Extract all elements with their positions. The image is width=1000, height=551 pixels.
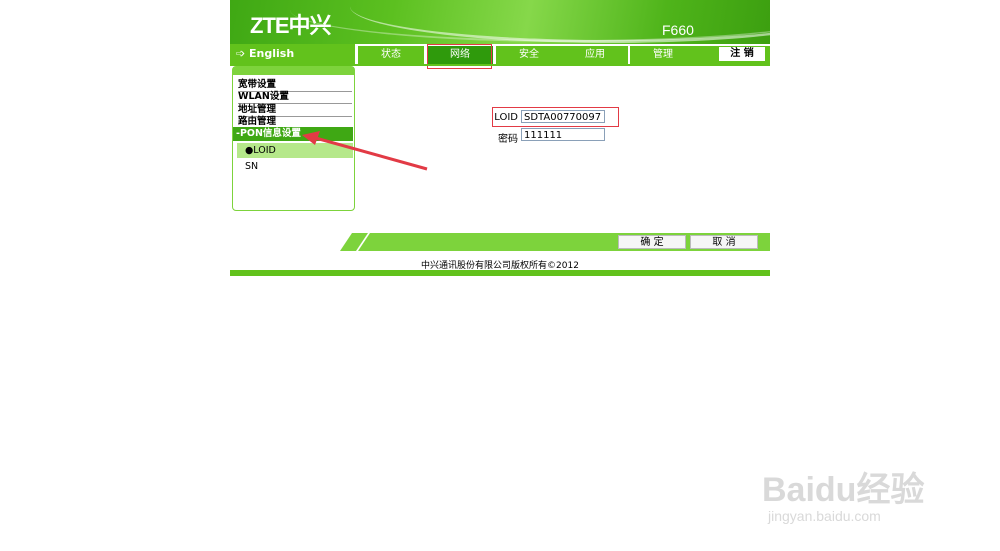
watermark-url: jingyan.baidu.com xyxy=(768,508,881,524)
baidu-watermark: Baidu经验 jingyan.baidu.com xyxy=(762,440,952,530)
arrow-shaft xyxy=(311,135,428,171)
arrow-head xyxy=(302,131,320,145)
watermark-brand: Baidu经验 xyxy=(762,471,925,509)
